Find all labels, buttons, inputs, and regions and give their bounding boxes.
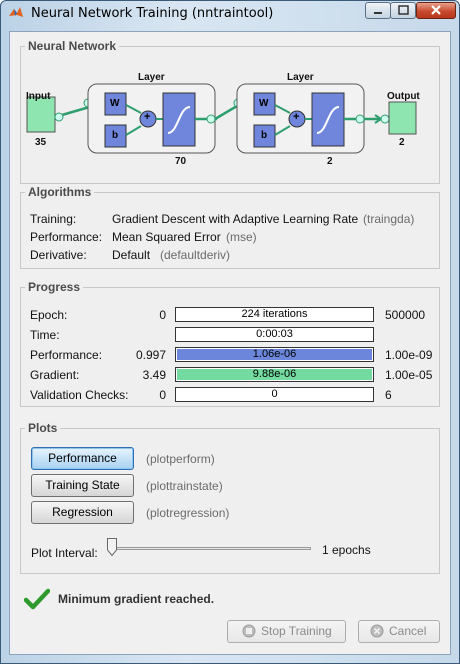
window-title: Neural Network Training (nntraintool) <box>31 6 274 21</box>
cancel-button[interactable]: Cancel <box>358 620 440 643</box>
stop-icon <box>242 624 256 638</box>
layer1-sum-label: + <box>144 111 151 123</box>
performance-bar-text: 1.06e-06 <box>252 348 297 360</box>
layer2-output-dot <box>355 114 365 124</box>
nntraintool-window: Neural Network Training (nntraintool) Ne… <box>0 0 460 664</box>
gradient-end: 1.00e-05 <box>385 368 433 382</box>
epoch-end: 500000 <box>385 308 426 322</box>
checkmark-icon <box>24 588 50 610</box>
performance-code: (mse) <box>226 230 257 244</box>
derivative-code: (defaultderiv) <box>160 248 231 262</box>
plot-training-state-button[interactable]: Training State <box>31 474 134 497</box>
output-node <box>388 101 417 135</box>
status-message: Minimum gradient reached. <box>58 592 215 606</box>
epoch-bar: 224 iterations <box>175 307 374 322</box>
minimize-button[interactable] <box>365 2 391 19</box>
algorithms-title: Algorithms <box>25 185 95 199</box>
plot-performance-button[interactable]: Performance <box>31 447 134 470</box>
gradient-label: Gradient: <box>30 368 80 382</box>
performance-value: Mean Squared Error <box>112 230 221 244</box>
plot-regression-button[interactable]: Regression <box>31 501 134 524</box>
layer1-label: Layer <box>138 72 165 83</box>
progress-panel: Progress Epoch: 0 224 iterations 500000 … <box>20 280 440 407</box>
training-label: Training: <box>30 212 77 226</box>
plot-interval-value: 1 epochs <box>322 543 371 557</box>
stop-training-button[interactable]: Stop Training <box>227 620 346 643</box>
algorithms-panel: Algorithms Training: Gradient Descent wi… <box>20 185 440 269</box>
training-code: (traingda) <box>363 212 415 226</box>
output-label: Output <box>387 91 420 102</box>
input-size: 35 <box>35 137 47 148</box>
layer1-size: 70 <box>175 156 187 167</box>
cancel-icon <box>370 624 384 638</box>
performance-start: 0.997 <box>135 348 166 362</box>
gradient-start: 3.49 <box>142 368 166 382</box>
performance-end: 1.00e-09 <box>385 348 433 362</box>
time-bar: 0:00:03 <box>175 327 374 342</box>
epoch-bar-text: 224 iterations <box>241 308 308 320</box>
layer1-bias-label: b <box>112 130 119 141</box>
performance-label: Performance: <box>30 230 103 244</box>
input-node <box>26 96 56 133</box>
time-label: Time: <box>30 328 60 342</box>
layer2-weight-label: W <box>259 98 269 109</box>
derivative-label: Derivative: <box>30 248 87 262</box>
maximize-icon <box>398 5 409 15</box>
plots-title: Plots <box>25 421 61 435</box>
validation-bar: 0 <box>175 387 374 402</box>
plots-panel: Plots Performance (plotperform) Training… <box>20 421 440 574</box>
layer2-label: Layer <box>287 72 314 83</box>
validation-bar-text: 0 <box>271 388 278 400</box>
time-bar-text: 0:00:03 <box>256 328 293 340</box>
plot-training-state-code: (plottrainstate) <box>146 479 223 493</box>
title-bar[interactable]: Neural Network Training (nntraintool) <box>1 1 459 25</box>
output-connector-dot <box>380 114 390 124</box>
plot-interval-track[interactable] <box>107 547 311 550</box>
gradient-bar: 9.88e-06 <box>175 367 374 382</box>
client-area: Neural Network Input 35 Layer 70 Layer 2… <box>9 31 451 655</box>
plot-interval-label: Plot Interval: <box>31 546 98 560</box>
training-value: Gradient Descent with Adaptive Learning … <box>112 212 359 226</box>
minimize-icon <box>374 12 382 14</box>
gradient-bar-text: 9.88e-06 <box>252 368 297 380</box>
plot-regression-code: (plotregression) <box>146 506 230 520</box>
neural-network-panel: Neural Network Input 35 Layer 70 Layer 2… <box>20 39 440 184</box>
performance-bar: 1.06e-06 <box>175 347 374 362</box>
input-label: Input <box>26 91 51 102</box>
layer2-sum-label: + <box>293 111 300 123</box>
layer1-weight-label: W <box>110 98 120 109</box>
input-connector-dot <box>54 112 64 122</box>
close-icon <box>431 5 441 15</box>
network-diagram <box>26 83 417 154</box>
performance-progress-label: Performance: <box>30 348 103 362</box>
epoch-label: Epoch: <box>30 308 68 322</box>
maximize-button[interactable] <box>390 2 416 19</box>
layer2-bias-label: b <box>261 130 268 141</box>
validation-end: 6 <box>385 388 392 402</box>
plot-performance-code: (plotperform) <box>146 452 215 466</box>
close-button[interactable] <box>416 2 456 19</box>
stop-training-label: Stop Training <box>261 624 332 638</box>
layer2-size: 2 <box>327 156 333 167</box>
layer1-output-dot <box>206 114 216 124</box>
derivative-value: Default <box>112 248 151 262</box>
plot-interval-thumb[interactable] <box>107 538 117 556</box>
cancel-label: Cancel <box>389 624 427 638</box>
validation-start: 0 <box>159 388 166 402</box>
progress-title: Progress <box>25 280 84 294</box>
output-size: 2 <box>399 137 405 148</box>
epoch-start: 0 <box>159 308 166 322</box>
inter-layer-connector <box>214 104 238 121</box>
matlab-icon <box>9 7 23 17</box>
